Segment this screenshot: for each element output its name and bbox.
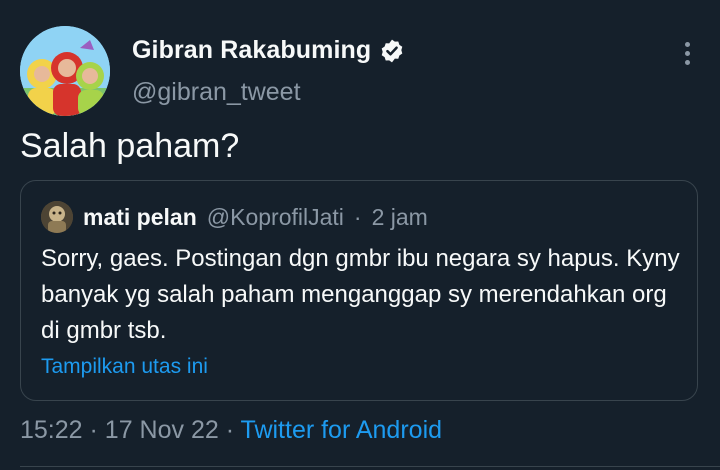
author-handle[interactable]: @gibran_tweet [132, 78, 301, 107]
meta-separator: · [89, 416, 98, 444]
quoted-separator: · [353, 203, 362, 230]
show-thread-link[interactable]: Tampilkan utas ini [41, 355, 208, 379]
author-avatar[interactable] [20, 26, 110, 116]
more-vertical-icon[interactable] [674, 38, 700, 68]
quoted-tweet-card[interactable]: mati pelan @KoprofilJati · 2 jam Sorry, … [20, 180, 698, 401]
tweet-text: Salah paham? [20, 127, 240, 165]
quoted-tweet-header: mati pelan @KoprofilJati · 2 jam [41, 201, 428, 233]
quoted-author-name: mati pelan [83, 203, 197, 230]
meta-separator: · [225, 416, 235, 444]
quoted-author-avatar [41, 201, 73, 233]
divider [20, 466, 720, 467]
author-name[interactable]: Gibran Rakabuming [132, 36, 371, 65]
tweet-source-link[interactable]: Twitter for Android [241, 416, 442, 444]
tweet-date[interactable]: 17 Nov 22 [105, 416, 219, 444]
quoted-tweet-text: Sorry, gaes. Postingan dgn gmbr ibu nega… [41, 245, 680, 344]
tweet-time: 15:22 [20, 416, 83, 444]
quoted-time: 2 jam [371, 203, 428, 230]
verified-badge-icon [379, 38, 405, 64]
author-line: Gibran Rakabuming [132, 36, 405, 65]
tweet-meta: 15:22 · 17 Nov 22 · Twitter for Android [20, 416, 442, 445]
quoted-author-handle: @KoprofilJati [206, 203, 344, 230]
